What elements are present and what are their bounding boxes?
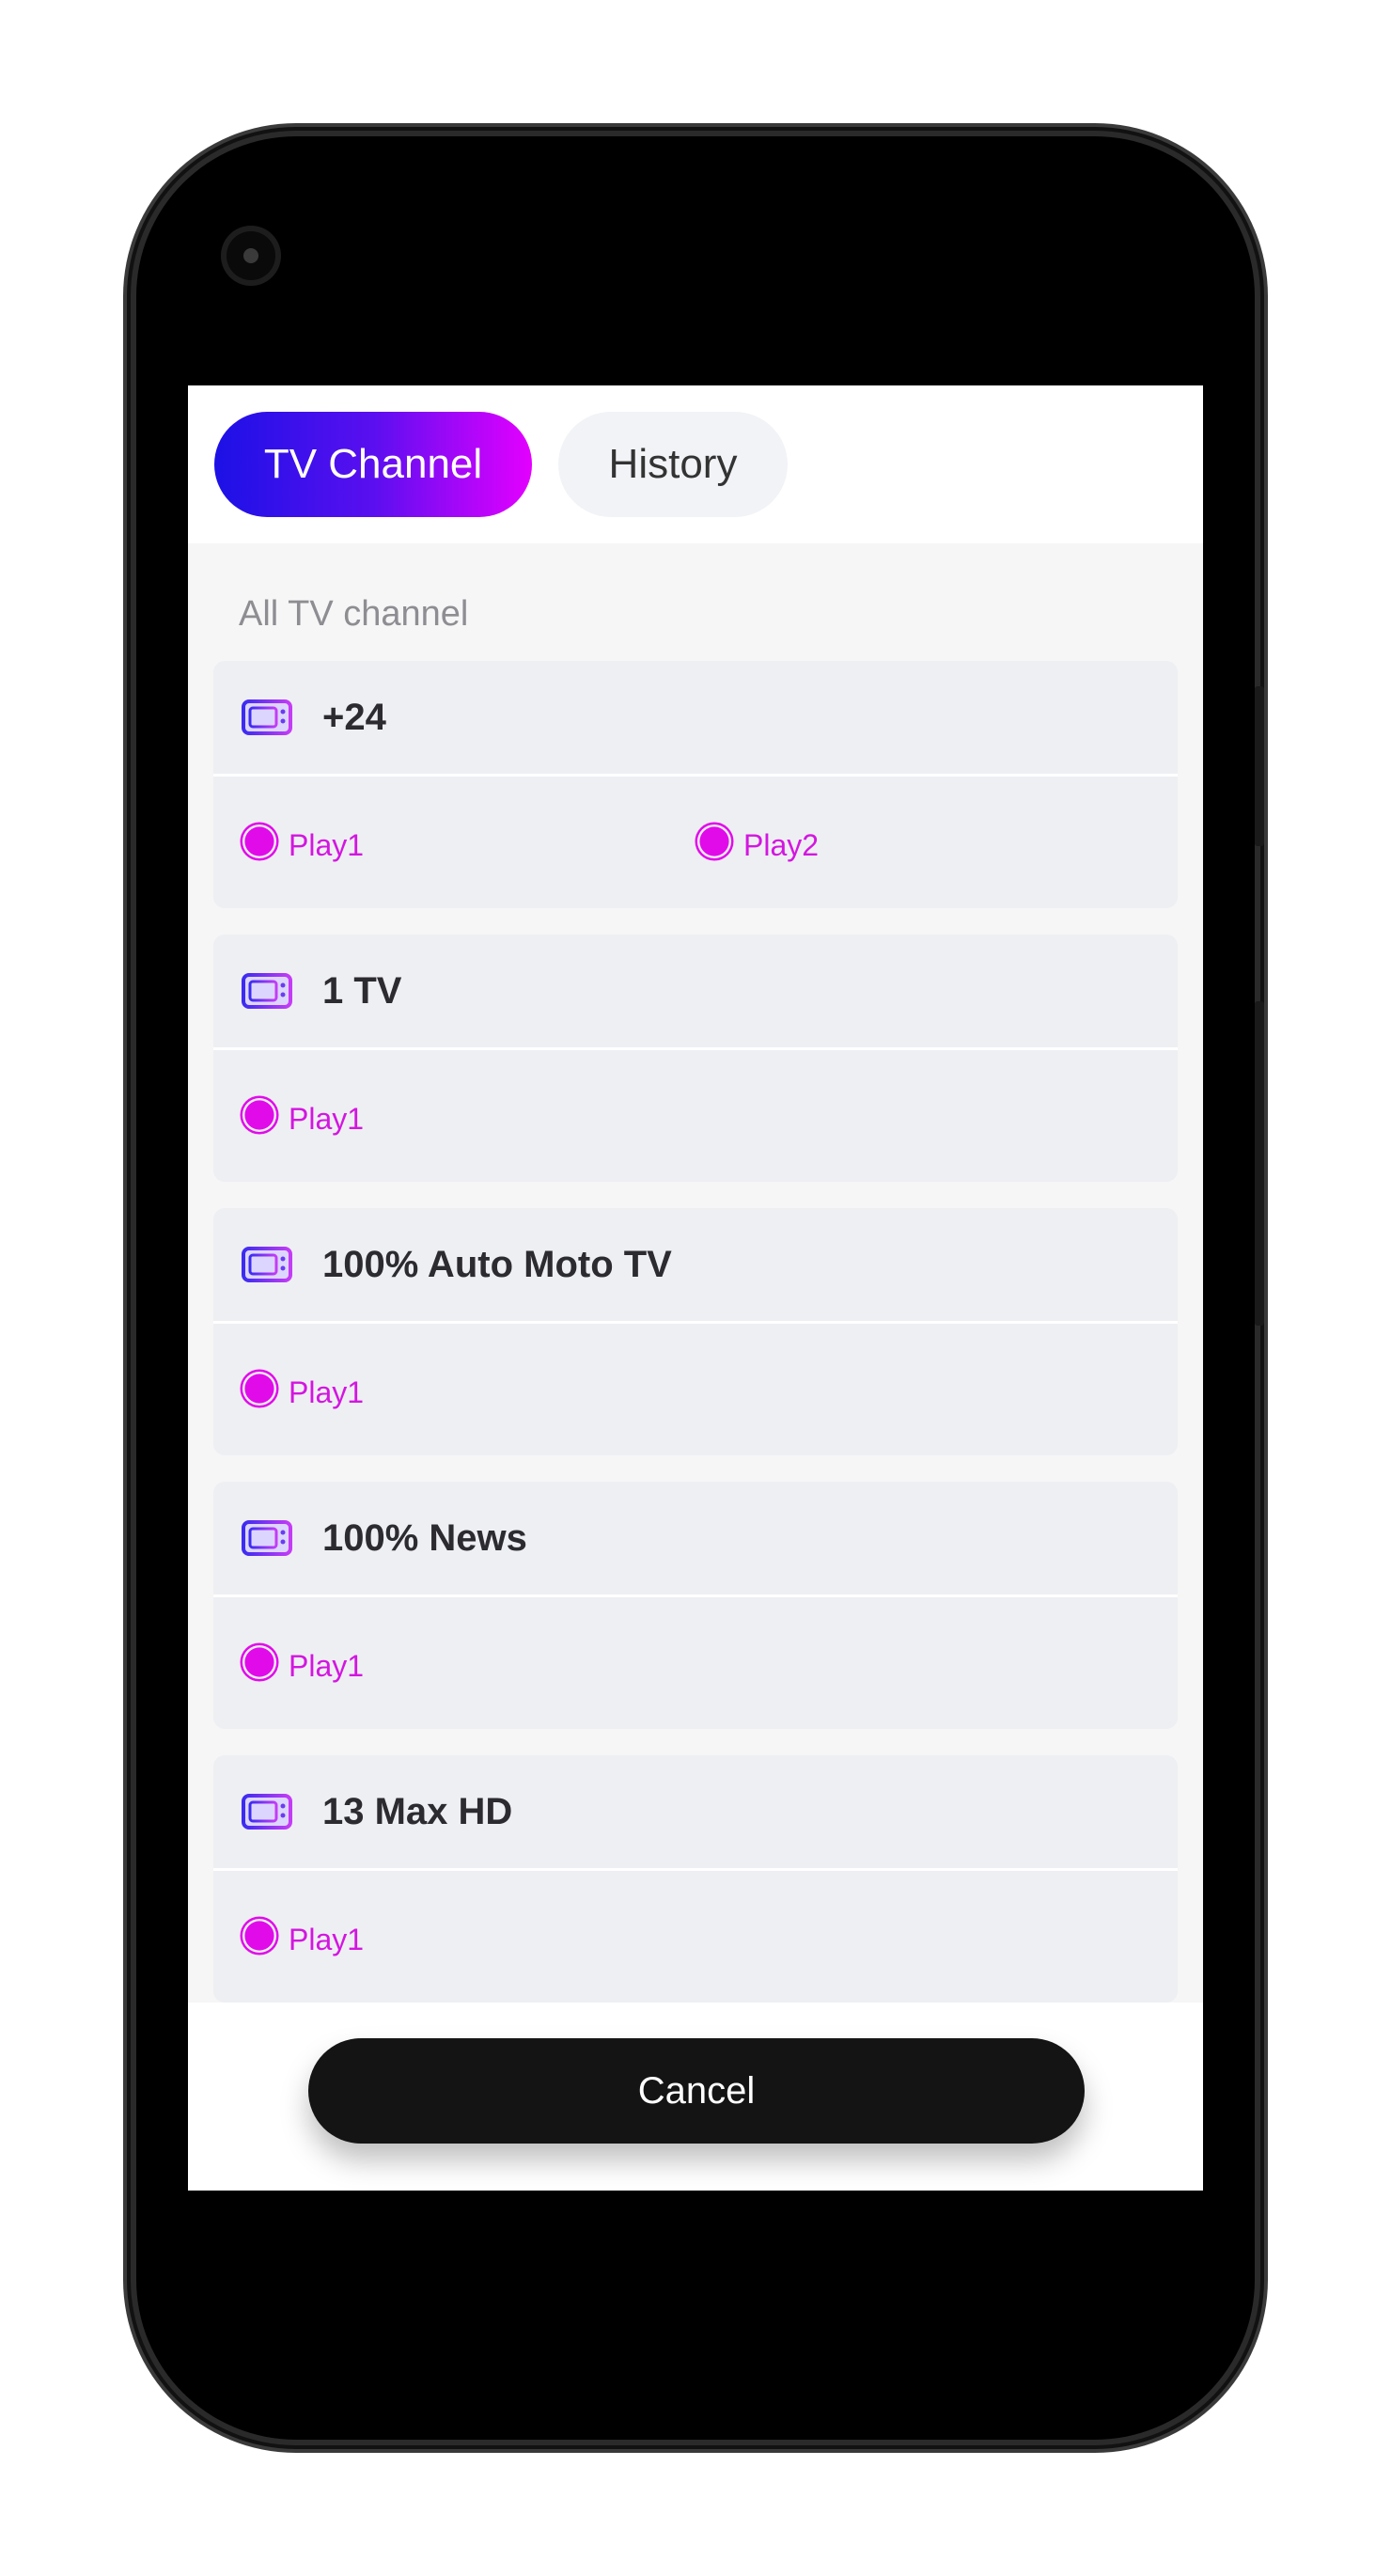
play-dot-icon — [244, 1373, 274, 1404]
play-label: Play1 — [289, 828, 365, 862]
play-label: Play2 — [743, 828, 820, 862]
tv-icon — [242, 1247, 292, 1282]
channel-list-panel: All TV channel +24 Play1 Play2 1 TV Play… — [188, 543, 1203, 2003]
tab-tv-channel[interactable]: TV Channel — [214, 412, 532, 517]
tv-icon — [242, 1794, 292, 1830]
play-dot-icon — [699, 825, 729, 856]
channel-header[interactable]: 13 Max HD — [213, 1755, 1178, 1871]
channel-name: +24 — [322, 696, 386, 738]
cancel-button[interactable]: Cancel — [308, 2038, 1085, 2144]
channel-name: 13 Max HD — [322, 1790, 513, 1832]
play-options: Play1 — [213, 1871, 1178, 2003]
channel-header[interactable]: 1 TV — [213, 935, 1178, 1050]
play-option[interactable]: Play1 — [242, 819, 364, 863]
play-option[interactable]: Play1 — [242, 1092, 364, 1137]
play-options: Play1 Play2 — [213, 777, 1178, 908]
tab-bar: TV Channel History — [188, 385, 1203, 543]
channel-card: 1 TV Play1 — [213, 935, 1178, 1182]
play-options: Play1 — [213, 1324, 1178, 1455]
play-options: Play1 — [213, 1597, 1178, 1729]
channel-header[interactable]: 100% News — [213, 1482, 1178, 1597]
channel-name: 100% News — [322, 1516, 527, 1559]
tv-icon — [242, 973, 292, 1009]
tab-history[interactable]: History — [558, 412, 788, 517]
volume-button — [1255, 1001, 1264, 1326]
play-dot-icon — [244, 825, 274, 856]
play-dot-icon — [244, 1099, 274, 1130]
channel-card: 100% News Play1 — [213, 1482, 1178, 1729]
tv-icon — [242, 699, 292, 735]
channel-name: 100% Auto Moto TV — [322, 1243, 672, 1285]
play-option[interactable]: Play1 — [242, 1640, 364, 1684]
channel-header[interactable]: 100% Auto Moto TV — [213, 1208, 1178, 1324]
section-title: All TV channel — [239, 594, 469, 634]
play-label: Play1 — [289, 1649, 365, 1683]
tv-icon — [242, 1520, 292, 1556]
play-label: Play1 — [289, 1375, 365, 1409]
play-label: Play1 — [289, 1102, 365, 1136]
channel-header[interactable]: +24 — [213, 661, 1178, 777]
channel-card: 13 Max HD Play1 — [213, 1755, 1178, 2003]
play-option[interactable]: Play1 — [242, 1913, 364, 1957]
play-options: Play1 — [213, 1050, 1178, 1182]
channel-name: 1 TV — [322, 969, 402, 1012]
channel-card: 100% Auto Moto TV Play1 — [213, 1208, 1178, 1455]
footer: Cancel — [188, 2003, 1203, 2191]
play-dot-icon — [244, 1646, 274, 1677]
channel-card: +24 Play1 Play2 — [213, 661, 1178, 908]
play-option[interactable]: Play2 — [696, 819, 819, 863]
app-screen: TV Channel History All TV channel +24 Pl… — [188, 385, 1203, 2191]
play-option[interactable]: Play1 — [242, 1366, 364, 1410]
power-button — [1255, 686, 1264, 846]
front-camera — [221, 226, 281, 286]
play-dot-icon — [244, 1920, 274, 1951]
play-label: Play1 — [289, 1923, 365, 1956]
